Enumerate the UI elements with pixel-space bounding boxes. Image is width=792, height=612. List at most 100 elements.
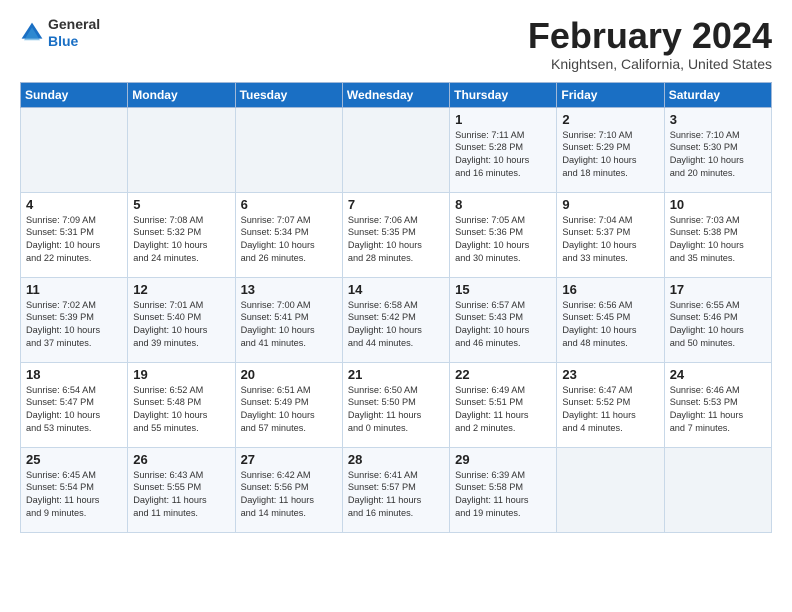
calendar-cell: 17Sunrise: 6:55 AM Sunset: 5:46 PM Dayli… (664, 277, 771, 362)
day-info: Sunrise: 6:43 AM Sunset: 5:55 PM Dayligh… (133, 469, 229, 521)
calendar-cell: 26 Sunrise: 6:43 AM Sunset: 5:55 PM Dayli… (128, 447, 235, 532)
day-number: 13 (241, 282, 337, 297)
calendar-cell: 21 Sunrise: 6:50 AM Sunset: 5:50 PM Dayli… (342, 362, 449, 447)
calendar-cell (664, 447, 771, 532)
day-number: 2 (562, 112, 658, 127)
calendar-cell (342, 107, 449, 192)
calendar-cell (557, 447, 664, 532)
day-info: Sunrise: 6:57 AM Sunset: 5:43 PM Dayligh… (455, 299, 551, 351)
calendar-cell (128, 107, 235, 192)
calendar-cell: 2 Sunrise: 7:10 AM Sunset: 5:29 PM Daylig… (557, 107, 664, 192)
day-number: 12 (133, 282, 229, 297)
calendar-cell: 28Sunrise: 6:41 AM Sunset: 5:57 PM Dayli… (342, 447, 449, 532)
page-header: General Blue February 2024 Knightsen, Ca… (20, 16, 772, 72)
day-info: Sunrise: 6:39 AM Sunset: 5:58 PM Dayligh… (455, 469, 551, 521)
weekday-header-row: SundayMondayTuesdayWednesdayThursdayFrid… (21, 82, 772, 107)
weekday-header: Monday (128, 82, 235, 107)
day-number: 4 (26, 197, 122, 212)
title-block: February 2024 Knightsen, California, Uni… (528, 16, 772, 72)
calendar-cell: 22Sunrise: 6:49 AM Sunset: 5:51 PM Dayli… (450, 362, 557, 447)
calendar-cell: 13 Sunrise: 7:00 AM Sunset: 5:41 PM Dayli… (235, 277, 342, 362)
day-number: 15 (455, 282, 551, 297)
day-info: Sunrise: 7:11 AM Sunset: 5:28 PM Dayligh… (455, 129, 551, 181)
day-info: Sunrise: 6:51 AM Sunset: 5:49 PM Dayligh… (241, 384, 337, 436)
day-info: Sunrise: 6:58 AM Sunset: 5:42 PM Dayligh… (348, 299, 444, 351)
day-number: 19 (133, 367, 229, 382)
calendar-subtitle: Knightsen, California, United States (528, 56, 772, 72)
calendar-cell (235, 107, 342, 192)
calendar-week-row: 4 Sunrise: 7:09 AM Sunset: 5:31 PM Daylig… (21, 192, 772, 277)
day-number: 9 (562, 197, 658, 212)
calendar-cell: 23Sunrise: 6:47 AM Sunset: 5:52 PM Dayli… (557, 362, 664, 447)
day-info: Sunrise: 6:47 AM Sunset: 5:52 PM Dayligh… (562, 384, 658, 436)
weekday-header: Saturday (664, 82, 771, 107)
day-number: 8 (455, 197, 551, 212)
calendar-cell: 12 Sunrise: 7:01 AM Sunset: 5:40 PM Dayli… (128, 277, 235, 362)
calendar-cell: 18Sunrise: 6:54 AM Sunset: 5:47 PM Dayli… (21, 362, 128, 447)
weekday-header: Wednesday (342, 82, 449, 107)
calendar-cell: 16Sunrise: 6:56 AM Sunset: 5:45 PM Dayli… (557, 277, 664, 362)
calendar-cell: 27 Sunrise: 6:42 AM Sunset: 5:56 PM Dayli… (235, 447, 342, 532)
day-number: 1 (455, 112, 551, 127)
calendar-cell: 20 Sunrise: 6:51 AM Sunset: 5:49 PM Dayli… (235, 362, 342, 447)
day-number: 29 (455, 452, 551, 467)
day-number: 11 (26, 282, 122, 297)
day-number: 6 (241, 197, 337, 212)
day-number: 3 (670, 112, 766, 127)
weekday-header: Sunday (21, 82, 128, 107)
day-info: Sunrise: 6:45 AM Sunset: 5:54 PM Dayligh… (26, 469, 122, 521)
day-info: Sunrise: 6:55 AM Sunset: 5:46 PM Dayligh… (670, 299, 766, 351)
day-number: 27 (241, 452, 337, 467)
calendar-cell: 3 Sunrise: 7:10 AM Sunset: 5:30 PM Daylig… (664, 107, 771, 192)
calendar-cell: 7 Sunrise: 7:06 AM Sunset: 5:35 PM Daylig… (342, 192, 449, 277)
calendar-cell: 24 Sunrise: 6:46 AM Sunset: 5:53 PM Dayli… (664, 362, 771, 447)
calendar-cell: 19 Sunrise: 6:52 AM Sunset: 5:48 PM Dayli… (128, 362, 235, 447)
calendar-cell: 11 Sunrise: 7:02 AM Sunset: 5:39 PM Dayli… (21, 277, 128, 362)
calendar-week-row: 25 Sunrise: 6:45 AM Sunset: 5:54 PM Dayli… (21, 447, 772, 532)
weekday-header: Tuesday (235, 82, 342, 107)
day-number: 5 (133, 197, 229, 212)
weekday-header: Friday (557, 82, 664, 107)
day-info: Sunrise: 6:42 AM Sunset: 5:56 PM Dayligh… (241, 469, 337, 521)
day-number: 20 (241, 367, 337, 382)
calendar-table: SundayMondayTuesdayWednesdayThursdayFrid… (20, 82, 772, 533)
day-number: 21 (348, 367, 444, 382)
day-number: 7 (348, 197, 444, 212)
day-info: Sunrise: 7:08 AM Sunset: 5:32 PM Dayligh… (133, 214, 229, 266)
logo-blue-text: Blue (48, 33, 78, 49)
calendar-cell (21, 107, 128, 192)
day-number: 24 (670, 367, 766, 382)
weekday-header: Thursday (450, 82, 557, 107)
day-info: Sunrise: 6:56 AM Sunset: 5:45 PM Dayligh… (562, 299, 658, 351)
day-info: Sunrise: 7:00 AM Sunset: 5:41 PM Dayligh… (241, 299, 337, 351)
logo: General Blue (20, 16, 100, 50)
day-number: 10 (670, 197, 766, 212)
calendar-week-row: 1 Sunrise: 7:11 AM Sunset: 5:28 PM Daylig… (21, 107, 772, 192)
day-info: Sunrise: 6:41 AM Sunset: 5:57 PM Dayligh… (348, 469, 444, 521)
day-info: Sunrise: 7:01 AM Sunset: 5:40 PM Dayligh… (133, 299, 229, 351)
calendar-cell: 14 Sunrise: 6:58 AM Sunset: 5:42 PM Dayli… (342, 277, 449, 362)
calendar-cell: 15 Sunrise: 6:57 AM Sunset: 5:43 PM Dayli… (450, 277, 557, 362)
day-info: Sunrise: 7:04 AM Sunset: 5:37 PM Dayligh… (562, 214, 658, 266)
day-number: 22 (455, 367, 551, 382)
day-info: Sunrise: 6:52 AM Sunset: 5:48 PM Dayligh… (133, 384, 229, 436)
calendar-cell: 25 Sunrise: 6:45 AM Sunset: 5:54 PM Dayli… (21, 447, 128, 532)
day-info: Sunrise: 7:09 AM Sunset: 5:31 PM Dayligh… (26, 214, 122, 266)
day-info: Sunrise: 7:02 AM Sunset: 5:39 PM Dayligh… (26, 299, 122, 351)
day-info: Sunrise: 6:46 AM Sunset: 5:53 PM Dayligh… (670, 384, 766, 436)
day-info: Sunrise: 7:05 AM Sunset: 5:36 PM Dayligh… (455, 214, 551, 266)
day-info: Sunrise: 6:50 AM Sunset: 5:50 PM Dayligh… (348, 384, 444, 436)
day-number: 14 (348, 282, 444, 297)
calendar-cell: 29 Sunrise: 6:39 AM Sunset: 5:58 PM Dayli… (450, 447, 557, 532)
day-info: Sunrise: 7:03 AM Sunset: 5:38 PM Dayligh… (670, 214, 766, 266)
calendar-week-row: 18Sunrise: 6:54 AM Sunset: 5:47 PM Dayli… (21, 362, 772, 447)
day-number: 25 (26, 452, 122, 467)
day-info: Sunrise: 7:10 AM Sunset: 5:30 PM Dayligh… (670, 129, 766, 181)
day-number: 18 (26, 367, 122, 382)
day-info: Sunrise: 7:06 AM Sunset: 5:35 PM Dayligh… (348, 214, 444, 266)
calendar-week-row: 11 Sunrise: 7:02 AM Sunset: 5:39 PM Dayli… (21, 277, 772, 362)
day-info: Sunrise: 7:10 AM Sunset: 5:29 PM Dayligh… (562, 129, 658, 181)
calendar-cell: 6Sunrise: 7:07 AM Sunset: 5:34 PM Daylig… (235, 192, 342, 277)
day-number: 26 (133, 452, 229, 467)
calendar-cell: 4 Sunrise: 7:09 AM Sunset: 5:31 PM Daylig… (21, 192, 128, 277)
